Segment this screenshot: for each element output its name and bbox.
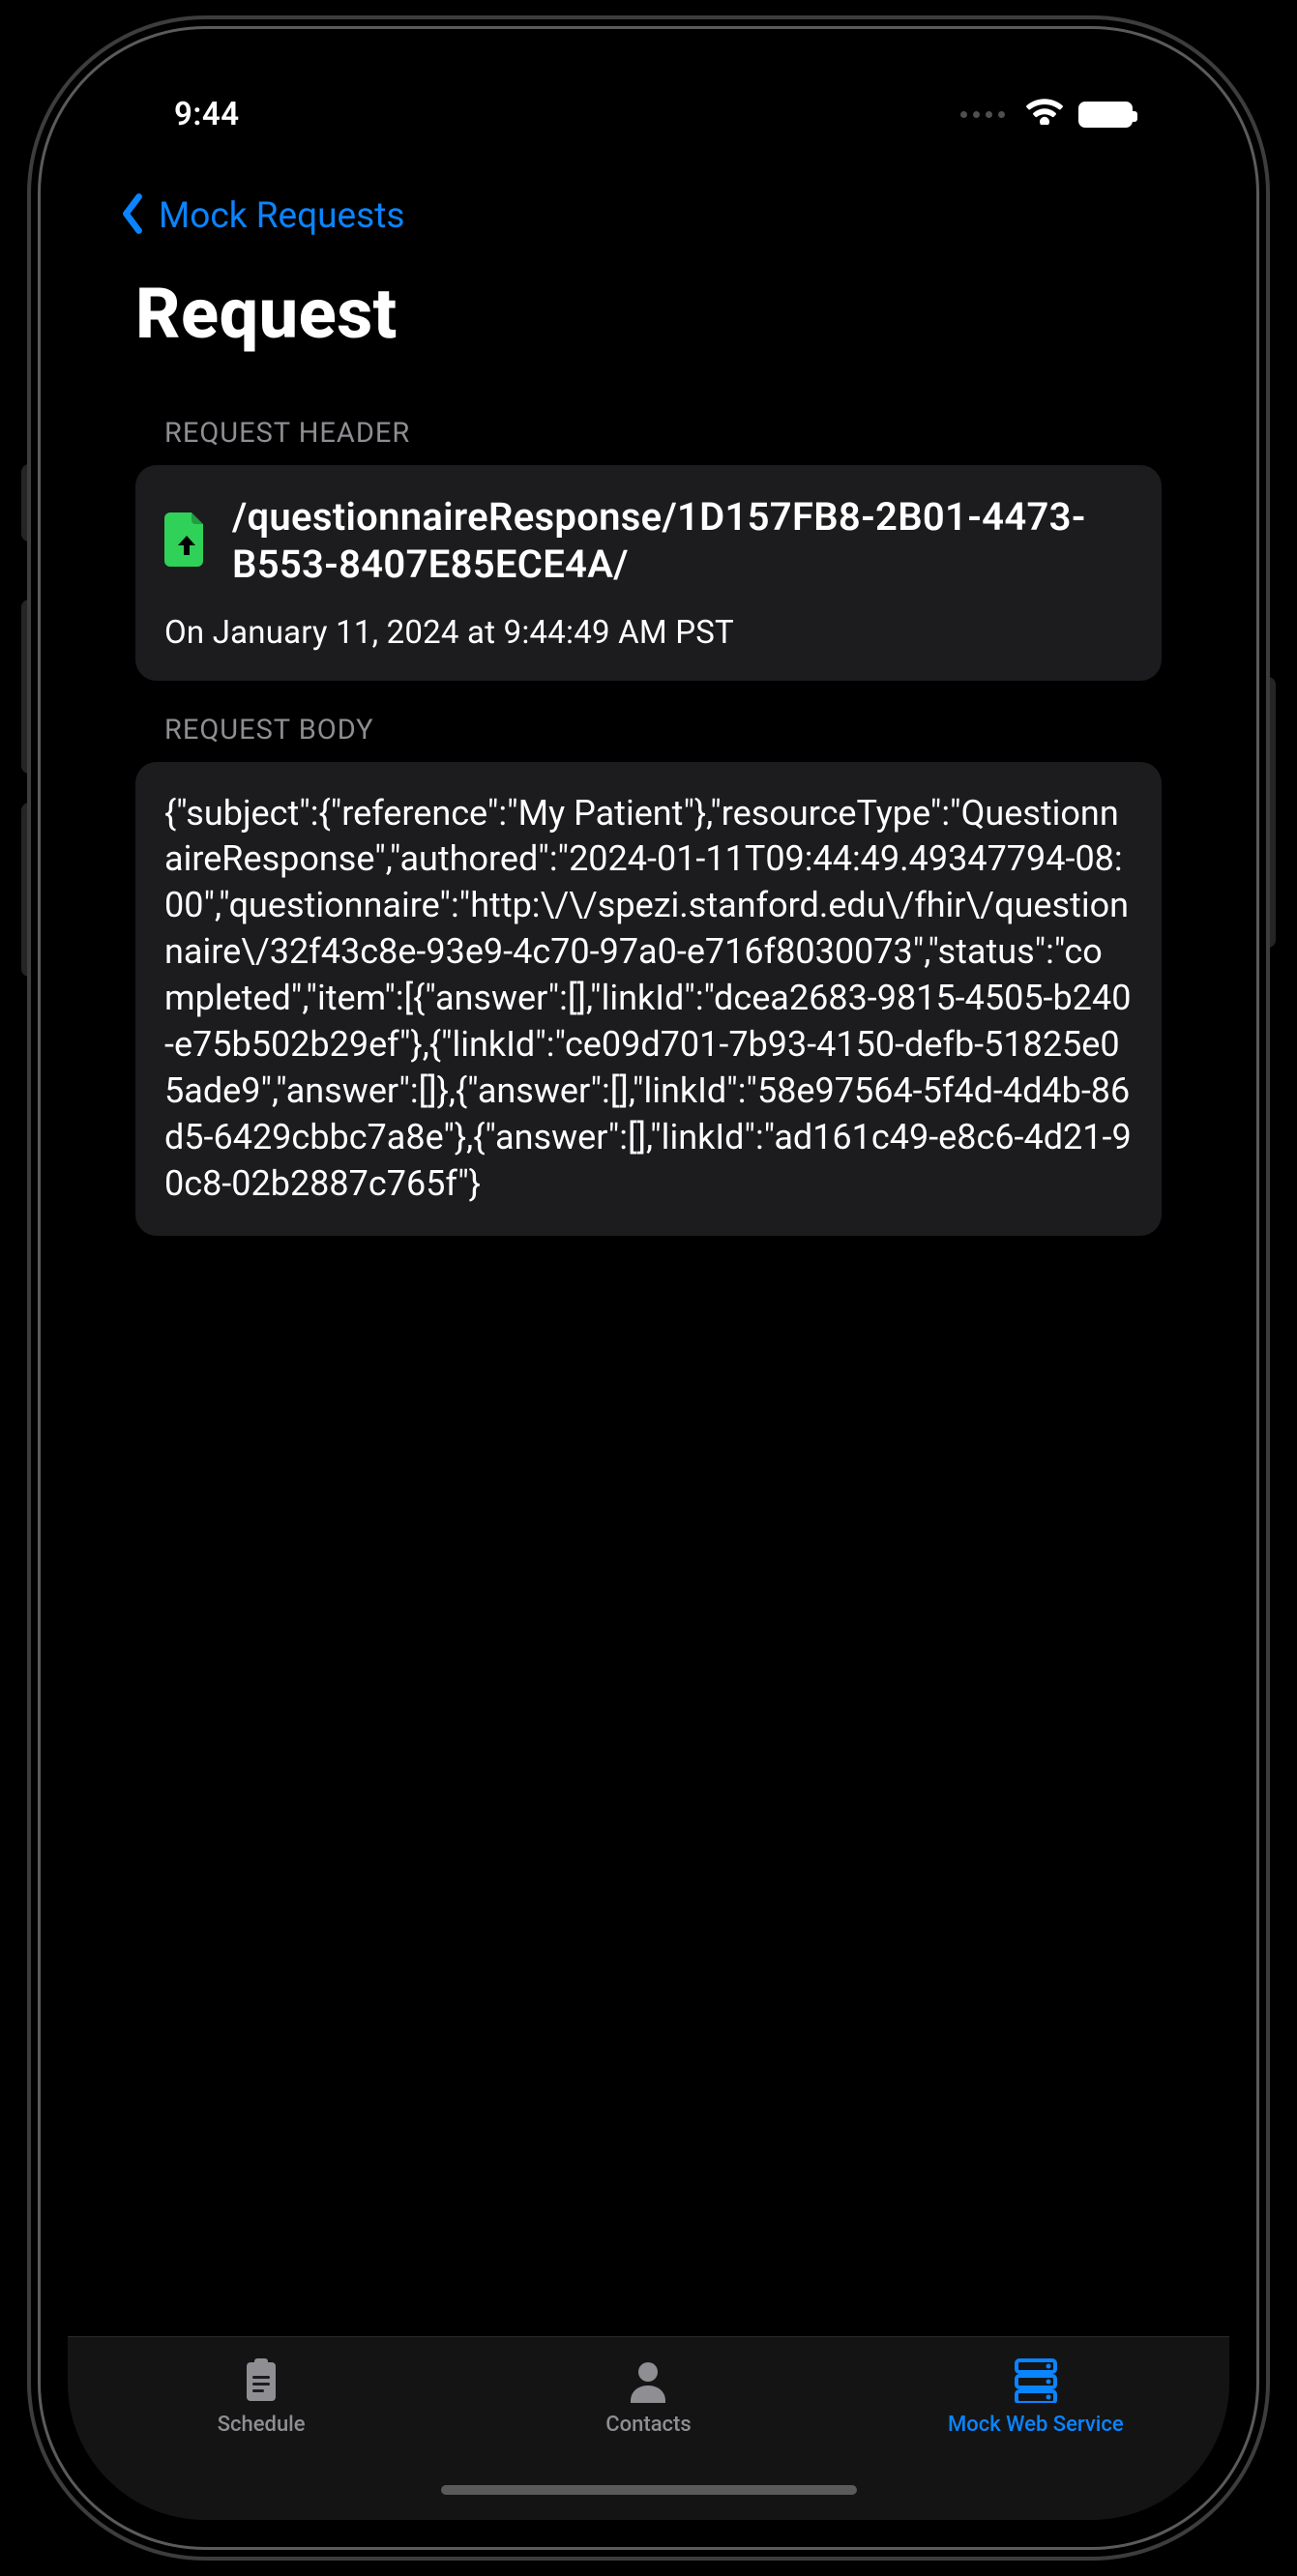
section-header-request-header: REQUEST HEADER	[135, 384, 1162, 465]
device-frame: 9:44 Mock Requ	[41, 29, 1256, 2547]
screen: 9:44 Mock Requ	[68, 56, 1229, 2520]
request-body-card: {"subject":{"reference":"My Patient"},"r…	[135, 762, 1162, 1237]
tab-label: Schedule	[218, 2413, 306, 2437]
clipboard-icon	[237, 2356, 285, 2403]
person-icon	[624, 2356, 672, 2403]
request-path: /questionnaireResponse/1D157FB8-2B01-447…	[232, 494, 1133, 589]
wifi-icon	[1026, 96, 1063, 133]
nav-bar: Mock Requests	[68, 172, 1229, 259]
file-upload-icon	[164, 512, 209, 571]
battery-icon	[1078, 102, 1133, 128]
back-button[interactable]	[116, 192, 149, 239]
section-header-request-body: REQUEST BODY	[135, 681, 1162, 762]
volume-up-button[interactable]	[21, 600, 37, 774]
page-title: Request	[68, 259, 1229, 384]
home-indicator[interactable]	[441, 2485, 857, 2495]
status-bar: 9:44	[68, 56, 1229, 172]
tab-contacts[interactable]: Contacts	[455, 2356, 841, 2520]
mute-switch[interactable]	[21, 464, 37, 542]
request-timestamp: On January 11, 2024 at 9:44:49 AM PST	[164, 614, 1133, 652]
cell-signal-icon	[960, 111, 1005, 118]
request-header-card: /questionnaireResponse/1D157FB8-2B01-447…	[135, 465, 1162, 681]
request-body-text: {"subject":{"reference":"My Patient"},"r…	[164, 791, 1133, 1208]
tab-schedule[interactable]: Schedule	[68, 2356, 455, 2520]
content[interactable]: REQUEST HEADER /questionnaireResponse/1D…	[68, 384, 1229, 2336]
power-button[interactable]	[1260, 677, 1276, 948]
volume-down-button[interactable]	[21, 803, 37, 977]
tab-label: Mock Web Service	[948, 2413, 1124, 2437]
tab-label: Contacts	[605, 2413, 691, 2437]
server-icon	[1012, 2356, 1060, 2403]
tab-mock-web-service[interactable]: Mock Web Service	[842, 2356, 1229, 2520]
status-time: 9:44	[174, 96, 240, 133]
back-label[interactable]: Mock Requests	[159, 195, 404, 237]
